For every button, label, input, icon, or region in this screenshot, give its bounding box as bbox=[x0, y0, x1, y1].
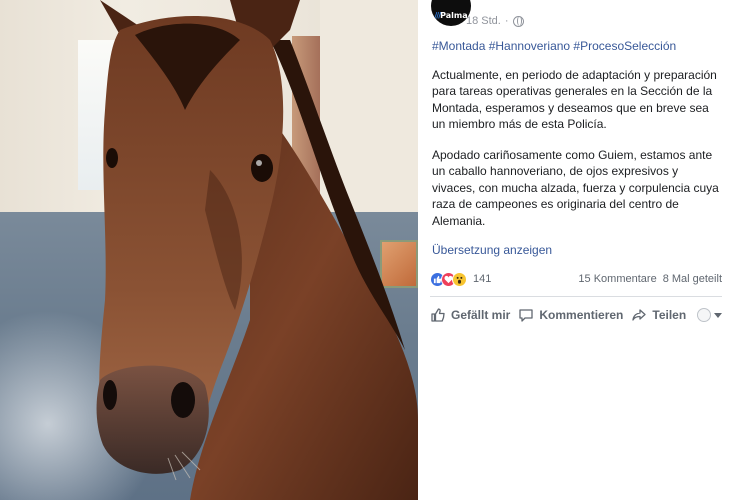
page-avatar[interactable]: ///Palma bbox=[431, 0, 471, 26]
meta-separator: · bbox=[504, 15, 509, 27]
user-avatar-icon bbox=[697, 308, 711, 322]
post-hashtags[interactable]: #Montada #Hannoveriano #ProcesoSelección bbox=[432, 39, 676, 53]
post-paragraph-2: Apodado cariñosamente como Guiem, estamo… bbox=[432, 148, 719, 228]
post-panel: ///Palma 18 Std. · #Montada #Hannoverian… bbox=[418, 0, 730, 500]
post-stats: 141 15 Kommentare 8 Mal geteilt bbox=[430, 270, 722, 288]
comment-button[interactable]: Kommentieren bbox=[518, 307, 623, 323]
share-label: Teilen bbox=[652, 308, 687, 322]
comment-label: Kommentieren bbox=[539, 308, 624, 322]
post-actions: Gefällt mir Kommentieren Teilen bbox=[430, 304, 722, 326]
share-button[interactable]: Teilen bbox=[631, 307, 686, 323]
horse-image bbox=[96, 0, 418, 500]
shares-count[interactable]: 8 Mal geteilt bbox=[663, 273, 722, 285]
actions-divider bbox=[430, 296, 722, 297]
comment-icon bbox=[519, 309, 534, 322]
like-label: Gefällt mir bbox=[451, 308, 511, 322]
like-button[interactable]: Gefällt mir bbox=[430, 307, 510, 323]
post-meta: 18 Std. · bbox=[466, 15, 524, 27]
chevron-down-icon bbox=[714, 312, 722, 318]
stats-right: 15 Kommentare 8 Mal geteilt bbox=[578, 273, 722, 285]
post-header: ///Palma bbox=[431, 0, 471, 26]
globe-icon[interactable] bbox=[512, 15, 524, 27]
comments-count[interactable]: 15 Kommentare bbox=[578, 273, 656, 285]
thumbs-up-icon bbox=[431, 308, 445, 322]
post-paragraph-1: Actualmente, en periodo de adaptación y … bbox=[432, 68, 717, 132]
reaction-count: 141 bbox=[473, 273, 492, 285]
post-photo[interactable] bbox=[0, 0, 418, 500]
wow-icon bbox=[452, 271, 467, 287]
reactions-summary[interactable]: 141 bbox=[430, 271, 492, 287]
avatar-logo: ///Palma bbox=[434, 11, 468, 20]
post-timestamp[interactable]: 18 Std. bbox=[466, 15, 501, 27]
avatar-label: Palma bbox=[440, 11, 468, 20]
reaction-selector[interactable] bbox=[697, 308, 722, 322]
share-arrow-icon bbox=[632, 309, 647, 321]
translate-link[interactable]: Übersetzung anzeigen bbox=[432, 243, 552, 257]
